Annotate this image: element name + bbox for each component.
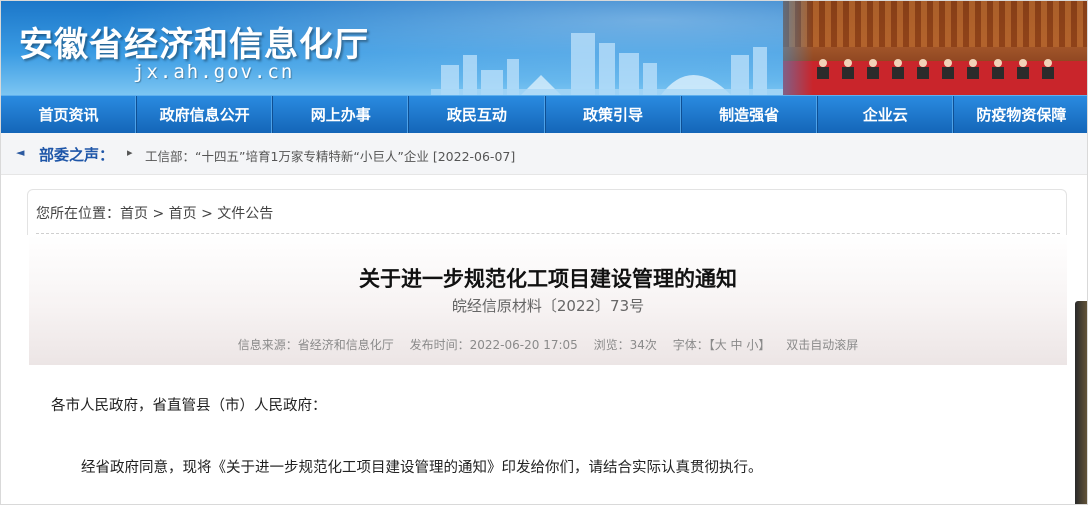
hall-fade-edge	[783, 1, 813, 95]
article-paragraph: 经省政府同意，现将《关于进一步规范化工项目建设管理的通知》印发给你们，请结合实际…	[81, 460, 763, 476]
article-content-area: 您所在位置：首页 > 首页 > 文件公告 关于进一步规范化工项目建设管理的通知 …	[1, 175, 1087, 504]
article-meta: 信息来源：省经济和信息化厅 发布时间：2022-06-20 17:05 浏览：3…	[29, 336, 1067, 353]
chevron-right-icon: ▸	[127, 146, 133, 159]
nav-item-epidemic-supplies[interactable]: 防疫物资保障	[954, 96, 1087, 133]
font-size-selector[interactable]: 字体：【大 中 小】	[673, 338, 771, 352]
nav-item-manufacturing[interactable]: 制造强省	[682, 96, 818, 133]
main-navigation: 首页资讯 政府信息公开 网上办事 政民互动 政策引导 制造强省 企业云 防疫物资…	[1, 95, 1087, 133]
speaker-icon: ◄	[16, 146, 25, 159]
article-header: 关于进一步规范化工项目建设管理的通知 皖经信原材料〔2022〕73号 信息来源：…	[29, 235, 1067, 365]
conference-hall-photo	[783, 1, 1087, 95]
city-skyline-graphic	[431, 33, 791, 95]
document-number: 皖经信原材料〔2022〕73号	[451, 297, 645, 315]
ticker-headline-link[interactable]: 工信部：“十四五”培育1万家专精特新“小巨人”企业 [2022-06-07]	[145, 146, 515, 165]
nav-item-enterprise-cloud[interactable]: 企业云	[818, 96, 954, 133]
autoscroll-toggle[interactable]: 双击自动滚屏	[786, 338, 858, 352]
breadcrumb-container: 您所在位置：首页 > 首页 > 文件公告	[27, 189, 1067, 235]
news-ticker: ◄ 部委之声： ▸ 工信部：“十四五”培育1万家专精特新“小巨人”企业 [202…	[1, 133, 1087, 175]
meta-publish-time: 发布时间：2022-06-20 17:05	[409, 338, 578, 352]
meta-source: 信息来源：省经济和信息化厅	[237, 338, 394, 352]
nav-item-interaction[interactable]: 政民互动	[409, 96, 546, 133]
nav-item-gov-info[interactable]: 政府信息公开	[137, 96, 274, 133]
breadcrumb-divider	[36, 233, 1060, 234]
hall-curtain	[783, 1, 1087, 47]
site-title[interactable]: 安徽省经济和信息化厅	[19, 17, 369, 66]
nav-item-home-news[interactable]: 首页资讯	[1, 96, 138, 133]
nav-item-policy[interactable]: 政策引导	[546, 96, 682, 133]
side-floating-panel[interactable]	[1075, 301, 1087, 504]
site-domain: jx.ah.gov.cn	[133, 61, 295, 83]
meta-views: 浏览：34次	[593, 338, 657, 352]
article-salutation: 各市人民政府，省直管县（市）人民政府：	[51, 398, 327, 414]
nav-item-online-service[interactable]: 网上办事	[273, 96, 410, 133]
ticker-label: 部委之声：	[39, 146, 115, 164]
browser-viewport: 安徽省经济和信息化厅 jx.ah.gov.cn 首页资讯 政府信息公开 网上办事…	[0, 0, 1088, 505]
breadcrumb[interactable]: 您所在位置：首页 > 首页 > 文件公告	[36, 203, 273, 223]
seated-officials-graphic	[817, 59, 1054, 79]
site-header-banner: 安徽省经济和信息化厅 jx.ah.gov.cn	[1, 1, 1087, 95]
article-title: 关于进一步规范化工项目建设管理的通知	[359, 267, 737, 291]
